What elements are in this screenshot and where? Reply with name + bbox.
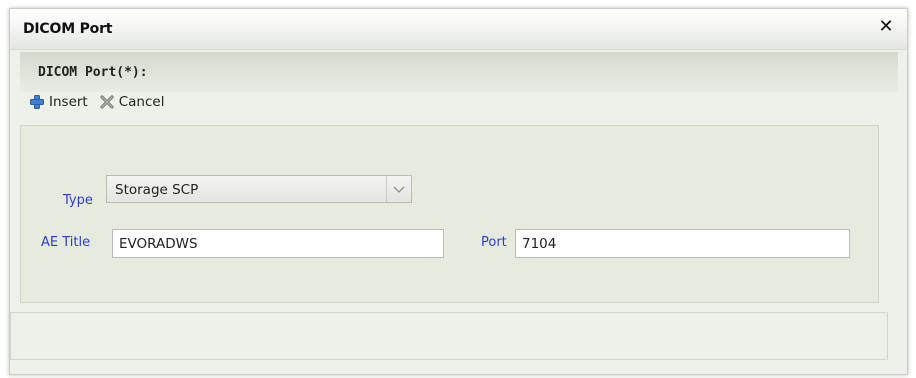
section-title: DICOM Port(*):	[38, 65, 148, 80]
dialog-titlebar[interactable]: DICOM Port ✕	[10, 9, 907, 50]
insert-label: Insert	[49, 94, 88, 110]
ae-title-input[interactable]	[112, 229, 444, 258]
type-label: Type	[63, 193, 93, 208]
toolbar: Insert Cancel	[30, 92, 176, 112]
plus-icon	[30, 95, 44, 109]
section-header: DICOM Port(*):	[20, 52, 898, 92]
dialog-title: DICOM Port	[23, 21, 113, 37]
chevron-down-icon[interactable]	[386, 176, 411, 202]
cancel-x-icon	[100, 95, 114, 109]
cancel-label: Cancel	[118, 94, 165, 110]
port-input[interactable]	[515, 229, 850, 258]
type-select[interactable]: Storage SCP	[106, 175, 412, 203]
insert-button[interactable]: Insert	[30, 94, 88, 110]
port-label: Port	[481, 235, 507, 250]
cancel-button[interactable]: Cancel	[100, 94, 165, 110]
form-panel	[20, 125, 879, 303]
ae-title-label: AE Title	[41, 235, 91, 250]
footer-panel	[10, 312, 888, 360]
type-select-value: Storage SCP	[115, 182, 199, 198]
close-icon[interactable]: ✕	[877, 18, 895, 36]
